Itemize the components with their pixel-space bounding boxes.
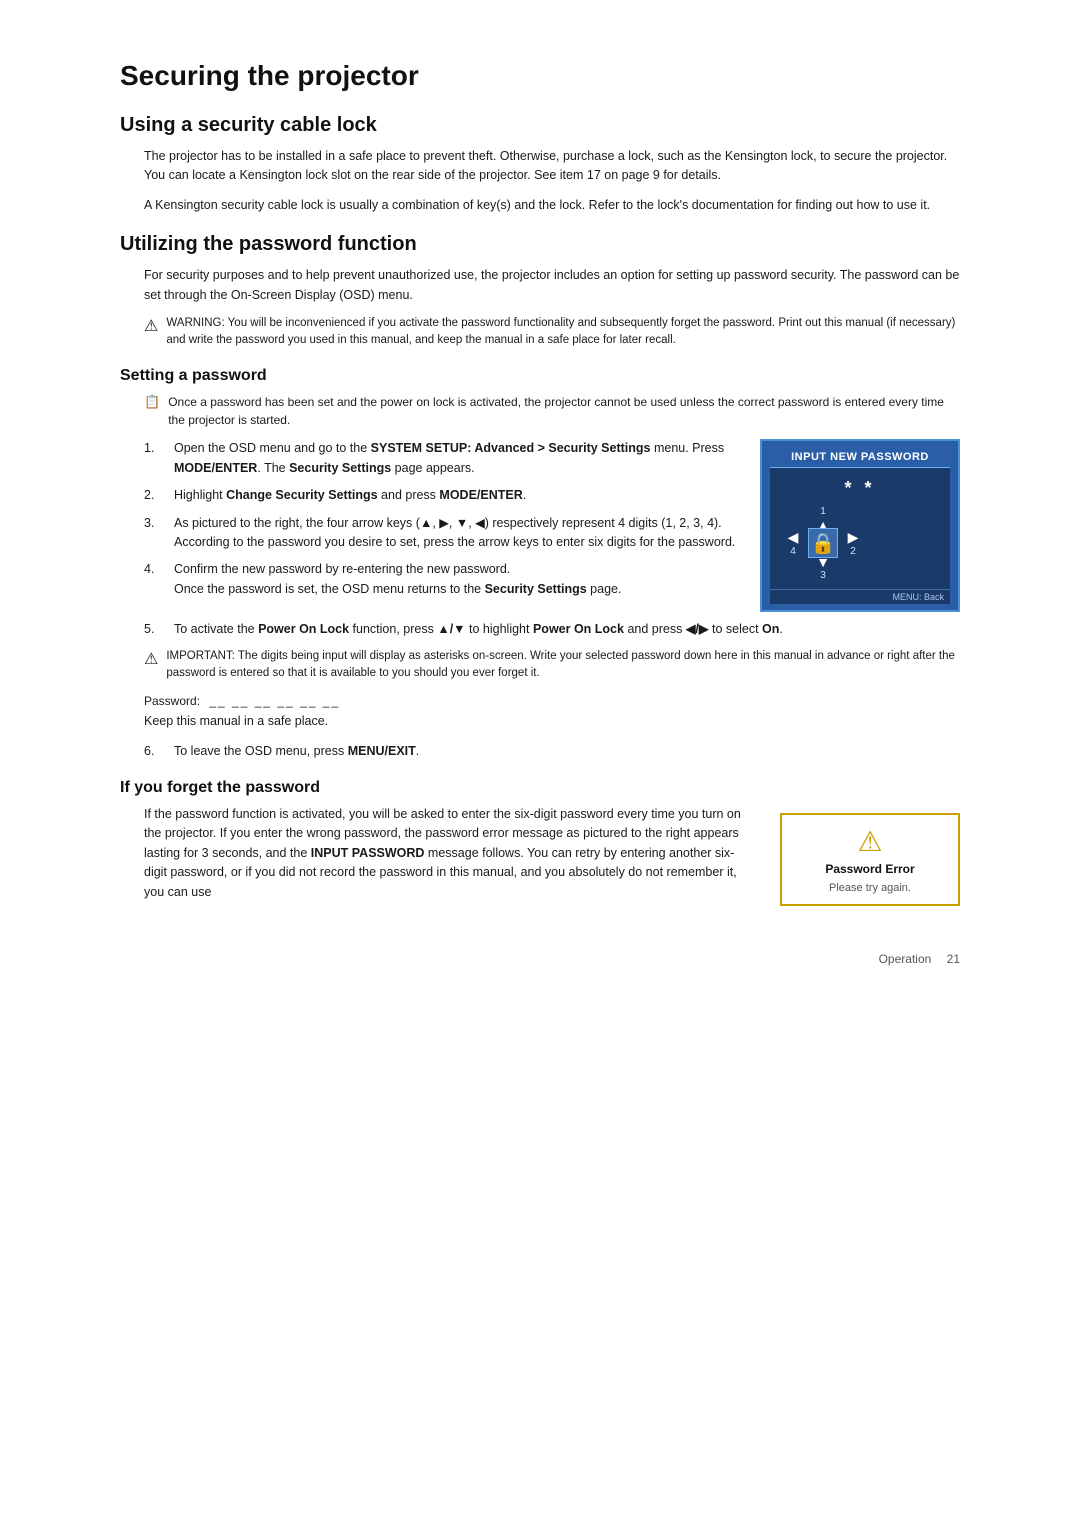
important-box: ⚠ IMPORTANT: The digits being input will… — [144, 648, 960, 683]
password-function-para: For security purposes and to help preven… — [144, 266, 960, 305]
subsection-title-setting-password: Setting a password — [120, 367, 960, 385]
section-title-password-function: Utilizing the password function — [120, 233, 960, 256]
osd-cell-empty-bl — [778, 555, 808, 579]
osd-arrow-left: ◀ — [788, 529, 799, 546]
password-error-box: ⚠ Password Error Please try again. — [780, 813, 960, 906]
keep-manual-text: Keep this manual in a safe place. — [144, 712, 960, 731]
osd-body: * * 1 ▲ — [770, 468, 950, 589]
cable-lock-para-1: The projector has to be installed in a s… — [144, 147, 960, 186]
footer-page: 21 — [947, 952, 960, 966]
step-1: 1. Open the OSD menu and go to the SYSTE… — [144, 439, 736, 478]
password-line: Password: __ __ __ __ __ __ — [144, 694, 960, 708]
warning-box: ⚠ WARNING: You will be inconvenienced if… — [144, 315, 960, 350]
password-label: Password: — [144, 694, 200, 708]
section-title-cable-lock: Using a security cable lock — [120, 114, 960, 137]
osd-lock-icon: 🔒 — [811, 531, 836, 556]
subsection-title-forget-password: If you forget the password — [120, 779, 960, 797]
step-3: 3. As pictured to the right, the four ar… — [144, 514, 736, 553]
note-icon: 📋 — [144, 394, 160, 410]
cable-lock-para-2: A Kensington security cable lock is usua… — [144, 196, 960, 215]
step-1-text: Open the OSD menu and go to the SYSTEM S… — [174, 439, 736, 478]
osd-asterisks: * * — [778, 478, 942, 499]
page-title: Securing the projector — [120, 60, 960, 92]
password-error-subtitle: Please try again. — [796, 882, 944, 894]
step-5-num: 5. — [144, 620, 164, 639]
osd-cell-center: 🔒 — [808, 531, 838, 555]
step-1-num: 1. — [144, 439, 164, 478]
step-2-num: 2. — [144, 486, 164, 505]
osd-footer: MENU: Back — [770, 589, 950, 604]
step-4-text: Confirm the new password by re-entering … — [174, 560, 736, 599]
important-text: IMPORTANT: The digits being input will d… — [166, 648, 960, 683]
step-3-text: As pictured to the right, the four arrow… — [174, 514, 736, 553]
steps-container: 1. Open the OSD menu and go to the SYSTE… — [144, 439, 960, 612]
step-5: 5. To activate the Power On Lock functio… — [144, 620, 960, 639]
step-4-num: 4. — [144, 560, 164, 599]
warning-text: WARNING: You will be inconvenienced if y… — [166, 315, 960, 350]
step-2: 2. Highlight Change Security Settings an… — [144, 486, 736, 505]
important-triangle-icon: ⚠ — [144, 649, 158, 669]
note-text-password: Once a password has been set and the pow… — [168, 393, 960, 429]
section-setting-password: Setting a password 📋 Once a password has… — [120, 367, 960, 761]
section-forget-password: If you forget the password If the passwo… — [120, 779, 960, 912]
step-6: 6. To leave the OSD menu, press MENU/EXI… — [144, 742, 960, 761]
password-blanks: __ __ __ __ __ __ — [209, 694, 340, 708]
osd-cell-empty-br — [838, 555, 868, 579]
footer-label: Operation — [879, 952, 932, 966]
page-footer: Operation 21 — [120, 952, 960, 966]
section-password-function: Utilizing the password function For secu… — [120, 233, 960, 349]
osd-arrow-grid: 1 ▲ ◀ 4 — [778, 507, 942, 579]
osd-arrow-right: ▶ — [848, 529, 859, 546]
osd-image: INPUT NEW PASSWORD * * 1 ▲ — [760, 439, 960, 612]
osd-arrow-down: ▼ — [816, 554, 830, 570]
password-error-triangle-icon: ⚠ — [796, 825, 944, 858]
step-6-text: To leave the OSD menu, press MENU/EXIT. — [174, 742, 960, 761]
forget-password-content: If the password function is activated, y… — [144, 805, 960, 912]
osd-num-3: 3 — [816, 570, 830, 581]
step-3-num: 3. — [144, 514, 164, 553]
forget-password-para: If the password function is activated, y… — [144, 805, 756, 902]
osd-title: INPUT NEW PASSWORD — [770, 447, 950, 468]
osd-num-1: 1 — [816, 506, 830, 517]
osd-cell-empty-tr — [838, 507, 868, 531]
step-2-text: Highlight Change Security Settings and p… — [174, 486, 736, 505]
osd-cell-left: ◀ 4 — [778, 531, 808, 555]
osd-cell-right: ▶ 2 — [838, 531, 868, 555]
password-error-title: Password Error — [796, 862, 944, 876]
step-5-text: To activate the Power On Lock function, … — [174, 620, 960, 639]
step-6-num: 6. — [144, 742, 164, 761]
osd-box: INPUT NEW PASSWORD * * 1 ▲ — [760, 439, 960, 612]
warning-triangle-icon: ⚠ — [144, 316, 158, 336]
osd-cell-down: ▼ 3 — [808, 555, 838, 579]
osd-cell-empty-tl — [778, 507, 808, 531]
note-box-password: 📋 Once a password has been set and the p… — [144, 393, 960, 429]
steps-list: 1. Open the OSD menu and go to the SYSTE… — [144, 439, 736, 607]
step-4: 4. Confirm the new password by re-enteri… — [144, 560, 736, 599]
section-cable-lock: Using a security cable lock The projecto… — [120, 114, 960, 215]
